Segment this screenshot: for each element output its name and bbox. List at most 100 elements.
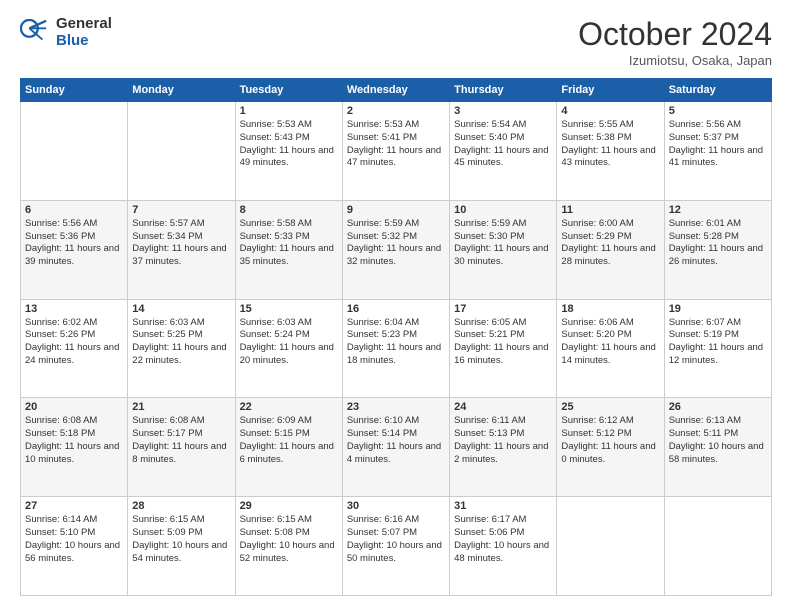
page: General Blue October 2024 Izumiotsu, Osa… <box>0 0 792 612</box>
cell-w2-d1: 7 Sunrise: 5:57 AMSunset: 5:34 PMDaylight… <box>128 200 235 299</box>
day-number: 9 <box>347 204 445 216</box>
cell-w2-d4: 10 Sunrise: 5:59 AMSunset: 5:30 PMDayligh… <box>450 200 557 299</box>
calendar-table: Sunday Monday Tuesday Wednesday Thursday… <box>20 78 772 596</box>
cell-w1-d5: 4 Sunrise: 5:55 AMSunset: 5:38 PMDaylight… <box>557 102 664 201</box>
day-number: 8 <box>240 204 338 216</box>
col-wednesday: Wednesday <box>342 79 449 102</box>
logo-text: General Blue <box>56 16 112 49</box>
col-sunday: Sunday <box>21 79 128 102</box>
day-info: Sunrise: 6:15 AMSunset: 5:09 PMDaylight:… <box>132 514 230 565</box>
cell-w3-d4: 17 Sunrise: 6:05 AMSunset: 5:21 PMDayligh… <box>450 299 557 398</box>
day-info: Sunrise: 5:58 AMSunset: 5:33 PMDaylight:… <box>240 218 338 269</box>
cell-w3-d2: 15 Sunrise: 6:03 AMSunset: 5:24 PMDayligh… <box>235 299 342 398</box>
day-info: Sunrise: 5:53 AMSunset: 5:43 PMDaylight:… <box>240 119 338 170</box>
cell-w3-d3: 16 Sunrise: 6:04 AMSunset: 5:23 PMDayligh… <box>342 299 449 398</box>
day-number: 19 <box>669 303 767 315</box>
day-info: Sunrise: 6:11 AMSunset: 5:13 PMDaylight:… <box>454 415 552 466</box>
cell-w5-d5 <box>557 497 664 596</box>
header-row: Sunday Monday Tuesday Wednesday Thursday… <box>21 79 772 102</box>
day-info: Sunrise: 6:00 AMSunset: 5:29 PMDaylight:… <box>561 218 659 269</box>
day-number: 22 <box>240 401 338 413</box>
day-info: Sunrise: 5:53 AMSunset: 5:41 PMDaylight:… <box>347 119 445 170</box>
day-number: 6 <box>25 204 123 216</box>
day-number: 2 <box>347 105 445 117</box>
day-info: Sunrise: 6:15 AMSunset: 5:08 PMDaylight:… <box>240 514 338 565</box>
cell-w5-d4: 31Sunrise: 6:17 AMSunset: 5:06 PMDayligh… <box>450 497 557 596</box>
cell-w4-d1: 21Sunrise: 6:08 AMSunset: 5:17 PMDayligh… <box>128 398 235 497</box>
cell-w5-d1: 28Sunrise: 6:15 AMSunset: 5:09 PMDayligh… <box>128 497 235 596</box>
day-info: Sunrise: 5:59 AMSunset: 5:30 PMDaylight:… <box>454 218 552 269</box>
week-row-3: 13 Sunrise: 6:02 AMSunset: 5:26 PMDayligh… <box>21 299 772 398</box>
cell-w4-d6: 26Sunrise: 6:13 AMSunset: 5:11 PMDayligh… <box>664 398 771 497</box>
location: Izumiotsu, Osaka, Japan <box>578 53 772 68</box>
day-info: Sunrise: 6:12 AMSunset: 5:12 PMDaylight:… <box>561 415 659 466</box>
day-info: Sunrise: 5:55 AMSunset: 5:38 PMDaylight:… <box>561 119 659 170</box>
day-number: 30 <box>347 500 445 512</box>
day-number: 27 <box>25 500 123 512</box>
col-monday: Monday <box>128 79 235 102</box>
cell-w4-d4: 24Sunrise: 6:11 AMSunset: 5:13 PMDayligh… <box>450 398 557 497</box>
day-info: Sunrise: 6:08 AMSunset: 5:17 PMDaylight:… <box>132 415 230 466</box>
cell-w1-d6: 5Sunrise: 5:56 AMSunset: 5:37 PMDaylight… <box>664 102 771 201</box>
logo-blue-text: Blue <box>56 33 112 50</box>
day-number: 13 <box>25 303 123 315</box>
day-info: Sunrise: 5:54 AMSunset: 5:40 PMDaylight:… <box>454 119 552 170</box>
cell-w3-d0: 13 Sunrise: 6:02 AMSunset: 5:26 PMDayligh… <box>21 299 128 398</box>
day-info: Sunrise: 5:57 AMSunset: 5:34 PMDaylight:… <box>132 218 230 269</box>
week-row-4: 20 Sunrise: 6:08 AMSunset: 5:18 PMDayligh… <box>21 398 772 497</box>
cell-w1-d3: 2 Sunrise: 5:53 AMSunset: 5:41 PMDaylight… <box>342 102 449 201</box>
day-number: 20 <box>25 401 123 413</box>
col-tuesday: Tuesday <box>235 79 342 102</box>
day-info: Sunrise: 6:16 AMSunset: 5:07 PMDaylight:… <box>347 514 445 565</box>
cell-w2-d6: 12Sunrise: 6:01 AMSunset: 5:28 PMDayligh… <box>664 200 771 299</box>
day-info: Sunrise: 6:14 AMSunset: 5:10 PMDaylight:… <box>25 514 123 565</box>
cell-w1-d2: 1 Sunrise: 5:53 AMSunset: 5:43 PMDaylight… <box>235 102 342 201</box>
cell-w2-d5: 11 Sunrise: 6:00 AMSunset: 5:29 PMDayligh… <box>557 200 664 299</box>
day-number: 4 <box>561 105 659 117</box>
day-number: 17 <box>454 303 552 315</box>
day-number: 7 <box>132 204 230 216</box>
day-number: 26 <box>669 401 767 413</box>
day-info: Sunrise: 6:04 AMSunset: 5:23 PMDaylight:… <box>347 317 445 368</box>
cell-w2-d2: 8 Sunrise: 5:58 AMSunset: 5:33 PMDaylight… <box>235 200 342 299</box>
day-info: Sunrise: 6:08 AMSunset: 5:18 PMDaylight:… <box>25 415 123 466</box>
cell-w1-d0 <box>21 102 128 201</box>
day-info: Sunrise: 6:07 AMSunset: 5:19 PMDaylight:… <box>669 317 767 368</box>
logo: General Blue <box>20 16 112 49</box>
cell-w1-d1 <box>128 102 235 201</box>
cell-w2-d3: 9 Sunrise: 5:59 AMSunset: 5:32 PMDaylight… <box>342 200 449 299</box>
day-info: Sunrise: 5:56 AMSunset: 5:37 PMDaylight:… <box>669 119 767 170</box>
week-row-2: 6Sunrise: 5:56 AMSunset: 5:36 PMDaylight… <box>21 200 772 299</box>
cell-w4-d2: 22 Sunrise: 6:09 AMSunset: 5:15 PMDayligh… <box>235 398 342 497</box>
day-info: Sunrise: 6:05 AMSunset: 5:21 PMDaylight:… <box>454 317 552 368</box>
col-thursday: Thursday <box>450 79 557 102</box>
day-info: Sunrise: 6:01 AMSunset: 5:28 PMDaylight:… <box>669 218 767 269</box>
day-info: Sunrise: 6:06 AMSunset: 5:20 PMDaylight:… <box>561 317 659 368</box>
cell-w5-d2: 29Sunrise: 6:15 AMSunset: 5:08 PMDayligh… <box>235 497 342 596</box>
day-number: 1 <box>240 105 338 117</box>
header: General Blue October 2024 Izumiotsu, Osa… <box>20 16 772 68</box>
cell-w1-d4: 3Sunrise: 5:54 AMSunset: 5:40 PMDaylight… <box>450 102 557 201</box>
day-number: 14 <box>132 303 230 315</box>
cell-w5-d3: 30 Sunrise: 6:16 AMSunset: 5:07 PMDayligh… <box>342 497 449 596</box>
day-number: 10 <box>454 204 552 216</box>
cell-w3-d6: 19 Sunrise: 6:07 AMSunset: 5:19 PMDayligh… <box>664 299 771 398</box>
day-number: 11 <box>561 204 659 216</box>
week-row-1: 1 Sunrise: 5:53 AMSunset: 5:43 PMDaylight… <box>21 102 772 201</box>
week-row-5: 27 Sunrise: 6:14 AMSunset: 5:10 PMDayligh… <box>21 497 772 596</box>
cell-w3-d1: 14Sunrise: 6:03 AMSunset: 5:25 PMDayligh… <box>128 299 235 398</box>
day-info: Sunrise: 6:09 AMSunset: 5:15 PMDaylight:… <box>240 415 338 466</box>
day-info: Sunrise: 5:59 AMSunset: 5:32 PMDaylight:… <box>347 218 445 269</box>
day-number: 15 <box>240 303 338 315</box>
day-info: Sunrise: 6:02 AMSunset: 5:26 PMDaylight:… <box>25 317 123 368</box>
cell-w4-d3: 23 Sunrise: 6:10 AMSunset: 5:14 PMDayligh… <box>342 398 449 497</box>
day-info: Sunrise: 6:17 AMSunset: 5:06 PMDaylight:… <box>454 514 552 565</box>
day-info: Sunrise: 6:10 AMSunset: 5:14 PMDaylight:… <box>347 415 445 466</box>
day-number: 23 <box>347 401 445 413</box>
title-block: October 2024 Izumiotsu, Osaka, Japan <box>578 16 772 68</box>
day-number: 16 <box>347 303 445 315</box>
day-info: Sunrise: 6:03 AMSunset: 5:24 PMDaylight:… <box>240 317 338 368</box>
cell-w5-d6 <box>664 497 771 596</box>
month-title: October 2024 <box>578 16 772 53</box>
logo-general-text: General <box>56 16 112 33</box>
